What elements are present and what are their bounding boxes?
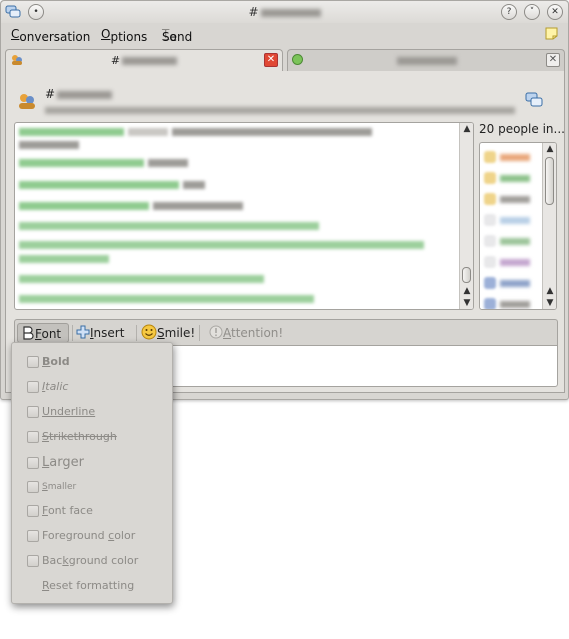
menu-item[interactable]: Bold [12,351,172,373]
note-icon[interactable] [544,25,560,44]
smiley-icon [141,324,157,340]
menu-bar: Conversation Options Send To [1,24,568,44]
menu-item[interactable]: Strikethrough [12,426,172,448]
people-list[interactable]: ▲ ▲ ▼ [479,142,557,310]
menu-item-label: Bold [42,355,70,368]
tab-label: # [6,54,282,67]
checkbox[interactable] [27,356,39,368]
chat-message [19,126,372,140]
tab-channel-inactive[interactable]: ✕ [287,49,565,71]
warning-icon [209,325,223,339]
menu-item[interactable]: Larger [12,452,172,474]
menu-item-label: Underline [42,405,96,418]
toolbar-separator [72,325,73,341]
menu-send-to[interactable]: Send To [162,27,192,44]
group-chat-icon [17,91,37,114]
menu-item-label: Font face [42,504,93,517]
scroll-up-arrow[interactable]: ▲ [460,285,473,297]
menu-item-label: Foreground color [42,529,136,542]
people-count: 20 people in... [479,122,565,136]
menu-item[interactable]: Italic [12,376,172,398]
scroll-thumb[interactable] [462,267,471,283]
menu-options[interactable]: Options [101,27,147,44]
close-tab-button[interactable]: ✕ [546,53,560,67]
system-message [19,273,264,287]
smile-button[interactable]: Smile! [141,323,195,343]
toolbar-separator [136,325,137,341]
checkbox[interactable] [27,481,39,493]
bold-b-icon [21,326,35,340]
menu-item[interactable]: Underline [12,401,172,423]
system-message [19,239,424,253]
menu-item-label: Italic [42,380,69,393]
checkbox[interactable] [27,555,39,567]
menu-item[interactable]: Background color [12,550,172,572]
insert-button[interactable]: Insert [76,323,124,343]
chat-bubble-icon[interactable] [525,91,543,112]
plus-icon [76,325,90,339]
checkbox[interactable] [27,406,39,418]
people-scrollbar[interactable]: ▲ ▲ ▼ [542,143,556,309]
window-title: # [1,5,568,19]
menu-item-label: Smaller [42,482,77,492]
checkbox[interactable] [27,457,39,469]
channel-topic [45,103,515,117]
scroll-thumb[interactable] [545,157,554,205]
channel-name: # [45,87,113,101]
checkbox[interactable] [27,530,39,542]
chat-history[interactable]: ▲ ▲ ▼ [14,122,474,310]
redacted-title [260,8,321,17]
system-message [19,220,319,234]
tab-label [288,54,564,67]
scroll-up-arrow[interactable]: ▲ [543,143,556,155]
chat-message [19,139,79,153]
checkbox[interactable] [27,505,39,517]
chat-message [19,157,188,171]
scroll-up-arrow[interactable]: ▲ [460,123,473,135]
checkbox[interactable] [27,381,39,393]
menu-item-label: Larger [42,455,84,470]
menu-item[interactable]: Font face [12,500,172,522]
conversation-window: • # ? ˅ ✕ Conversation Options Send To #… [0,0,569,400]
chat-message [19,179,205,193]
chat-message [19,200,243,214]
menu-conversation[interactable]: Conversation [11,27,90,44]
menu-item[interactable]: Foreground color [12,525,172,547]
channel-header: # [13,87,553,117]
menu-item-label: Background color [42,554,139,567]
help-button[interactable]: ? [501,4,517,20]
attention-button[interactable]: Attention! [209,323,283,343]
close-tab-button[interactable]: ✕ [264,53,278,67]
system-message [19,293,314,307]
scroll-up-arrow[interactable]: ▲ [543,285,556,297]
menu-item[interactable]: Reset formatting [12,575,172,597]
font-button[interactable]: Font [17,323,69,343]
scroll-down-arrow[interactable]: ▼ [543,297,556,309]
font-format-menu: Bold Italic Underline Strikethrough Larger Sm… [11,342,173,604]
chat-scrollbar[interactable]: ▲ ▲ ▼ [459,123,473,309]
menu-item-label: Reset formatting [42,579,135,592]
close-window-button[interactable]: ✕ [547,4,563,20]
scroll-down-arrow[interactable]: ▼ [460,297,473,309]
toolbar-separator [199,325,200,341]
minimize-button[interactable]: ˅ [524,4,540,20]
menu-item-label: Strikethrough [42,430,117,443]
checkbox[interactable] [27,431,39,443]
tab-channel-active[interactable]: # ✕ [5,49,283,71]
system-message [19,253,109,267]
title-bar[interactable]: • # ? ˅ ✕ [1,1,568,23]
menu-item[interactable]: Smaller [12,476,172,498]
